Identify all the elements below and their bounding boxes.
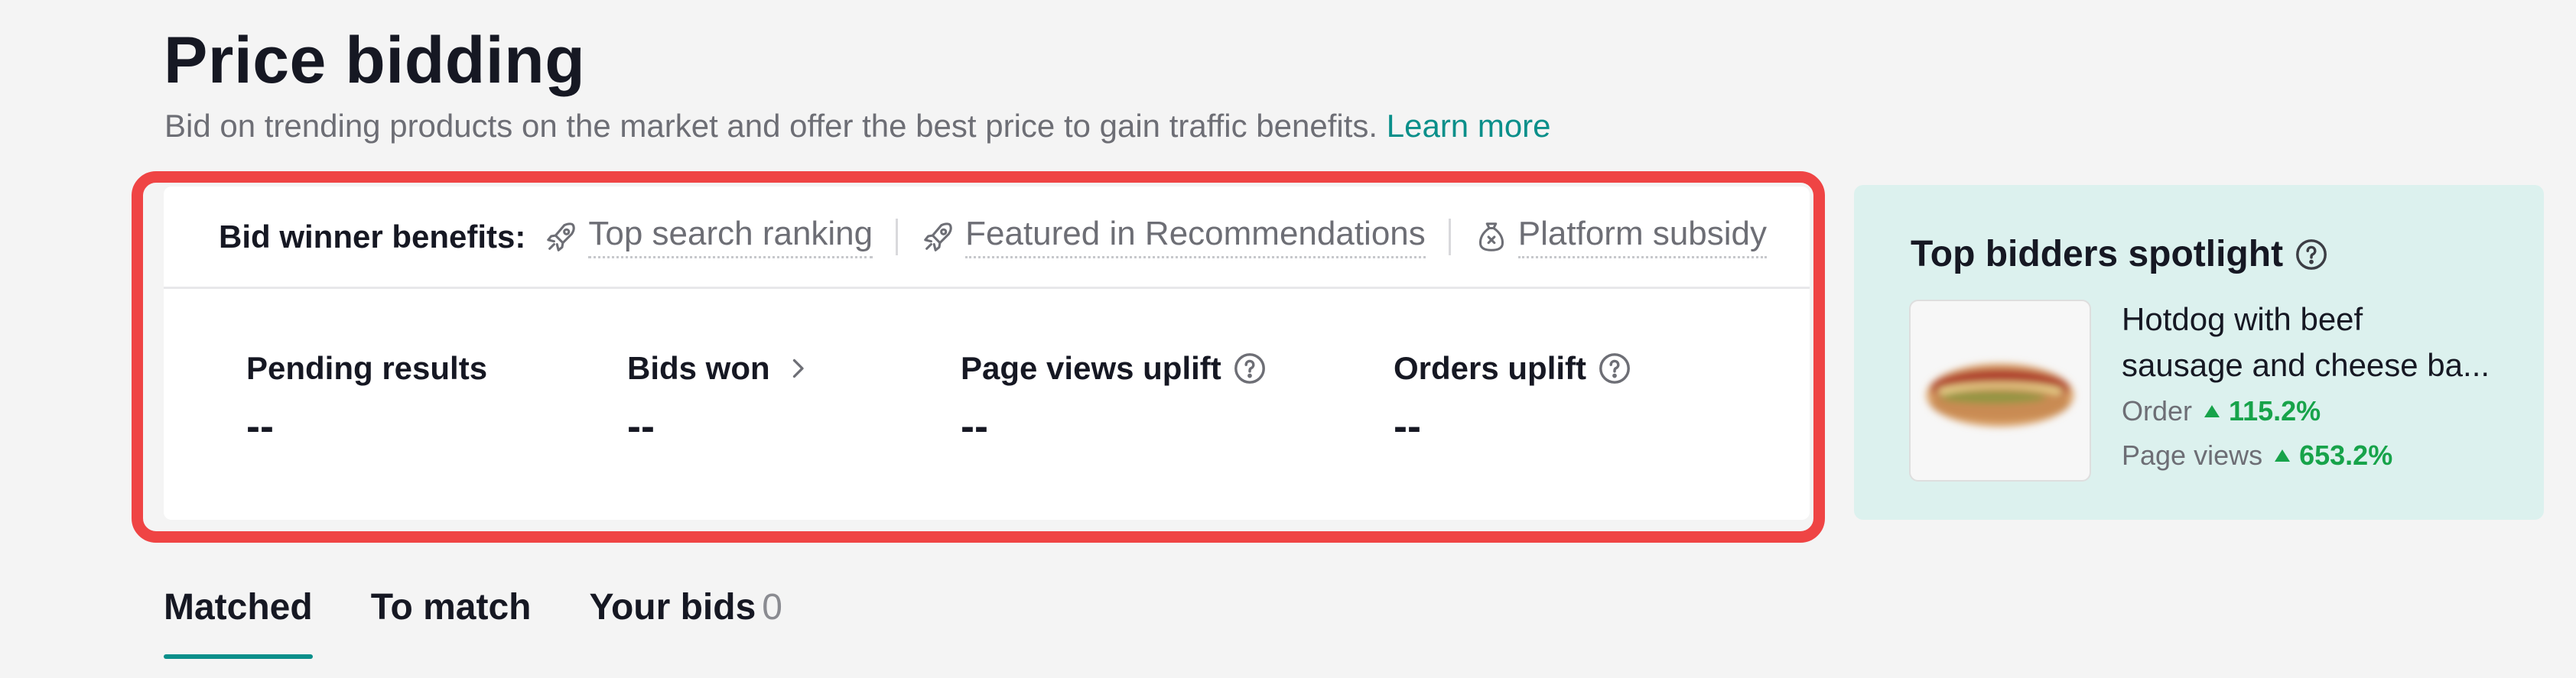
metric-bids-won[interactable]: Bids won -- [627,347,812,449]
benefits-row: Bid winner benefits: Top search ranking [164,187,1810,289]
arrow-up-icon [2204,405,2220,417]
metric-label-row: Bids won [627,347,812,390]
product-name-line: sausage and cheese ba... [2122,347,2490,383]
spotlight-title-row: Top bidders spotlight [1911,228,2329,281]
product-name-line: Hotdog with beef [2122,301,2363,337]
chevron-right-icon[interactable] [784,355,812,382]
rocket-icon [921,219,956,255]
divider [1448,218,1451,255]
uplift-value: 115.2% [2204,395,2321,427]
metric-label: Orders uplift [1394,350,1587,386]
metric-label-row: Orders uplift [1394,347,1632,390]
product-thumbnail[interactable] [1909,300,2091,482]
benefit-featured[interactable]: Featured in Recommendations [921,215,1426,258]
benefits-label: Bid winner benefits: [219,218,526,255]
uplift-value: 653.2% [2275,440,2392,472]
tab-your-bids[interactable]: Your bids 0 [590,581,782,634]
money-bag-icon [1474,219,1509,255]
help-icon[interactable] [1232,351,1267,386]
divider [896,218,899,255]
stat-label: Order [2122,395,2193,427]
benefit-top-search[interactable]: Top search ranking [544,215,873,258]
metric-pending-results: Pending results -- [246,347,487,449]
subtitle-text: Bid on trending products on the market a… [164,108,1378,144]
tab-matched[interactable]: Matched [164,581,313,659]
help-icon[interactable] [1597,351,1632,386]
stat-value: 115.2% [2229,395,2321,427]
tab-to-match[interactable]: To match [371,581,532,634]
top-bidders-spotlight: Top bidders spotlight Hotdog with beef s… [1854,185,2544,520]
metric-page-views-uplift: Page views uplift -- [961,347,1267,449]
metric-label: Pending results [246,350,488,386]
metric-label: Bids won [627,350,770,386]
metric-value: -- [246,404,274,449]
pageviews-uplift-stat: Page views 653.2% [2122,440,2392,472]
tab-count: 0 [762,587,782,628]
stat-value: 653.2% [2299,440,2393,471]
metric-value: -- [961,404,988,449]
page-subtitle: Bid on trending products on the market a… [164,105,1551,148]
product-name[interactable]: Hotdog with beef sausage and cheese ba..… [2122,297,2519,388]
help-icon[interactable] [2294,237,2329,272]
page-title: Price bidding [164,24,586,97]
metric-label-row: Page views uplift [961,347,1267,390]
metric-orders-uplift: Orders uplift -- [1394,347,1632,449]
bid-overview-card: Bid winner benefits: Top search ranking [164,187,1810,520]
metric-label: Page views uplift [961,350,1221,386]
learn-more-link[interactable]: Learn more [1387,108,1551,144]
benefit-label: Featured in Recommendations [965,215,1426,258]
rocket-icon [544,219,579,255]
benefit-subsidy[interactable]: Platform subsidy [1474,215,1768,258]
metric-value: -- [1394,404,1421,449]
benefit-label: Top search ranking [588,215,873,258]
arrow-up-icon [2275,449,2291,462]
tab-label: Your bids [589,587,756,628]
tab-bar: Matched To match Your bids 0 [164,581,841,659]
stat-label: Page views [2122,440,2263,471]
order-uplift-stat: Order 115.2% [2122,395,2321,427]
metric-value: -- [627,404,655,449]
spotlight-title: Top bidders spotlight [1911,234,2284,274]
benefit-label: Platform subsidy [1517,215,1768,258]
